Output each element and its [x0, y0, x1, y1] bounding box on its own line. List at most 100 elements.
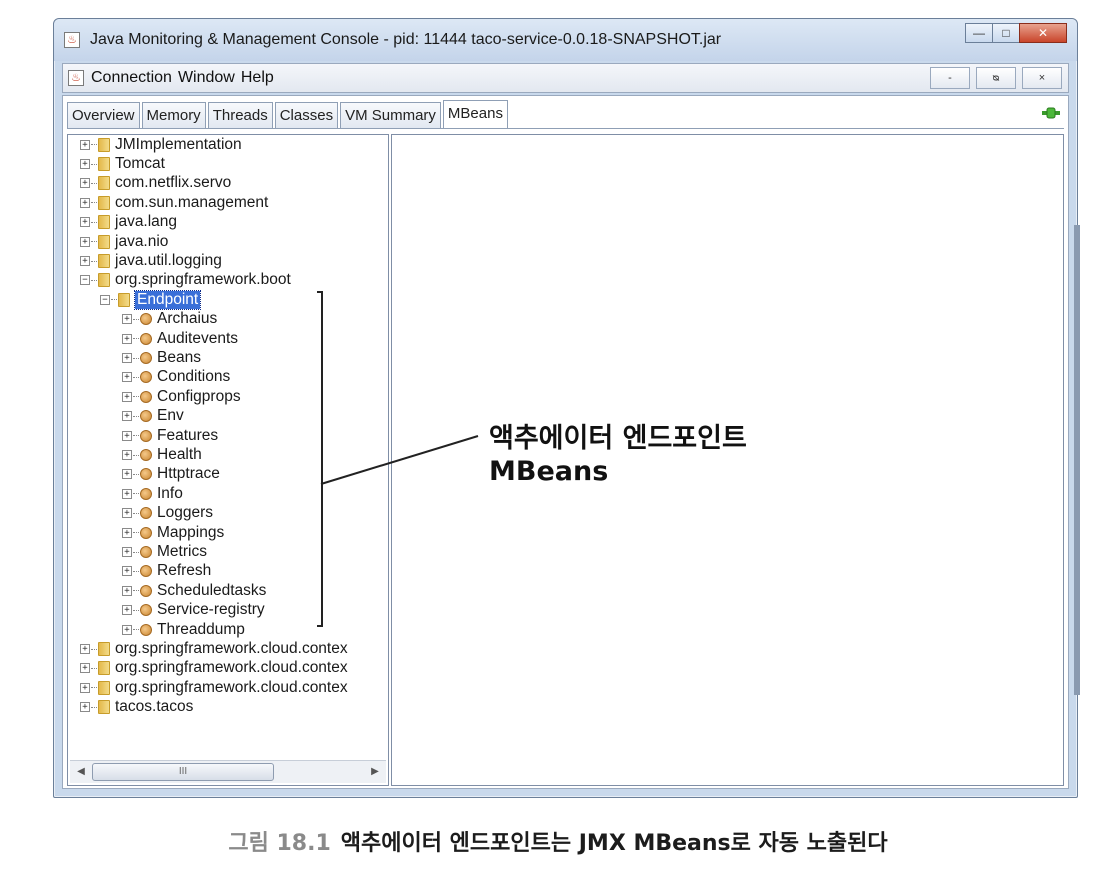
expand-icon[interactable]: +: [80, 256, 90, 267]
tree-node-label: Service-registry: [157, 601, 265, 619]
tab-threads[interactable]: Threads: [207, 102, 273, 128]
tree-node[interactable]: + org.springframework.cloud.contex: [80, 639, 348, 658]
expand-icon[interactable]: +: [80, 217, 90, 228]
collapse-icon[interactable]: −: [80, 275, 90, 286]
tree-node[interactable]: + java.util.logging: [80, 251, 222, 270]
expand-icon[interactable]: +: [80, 236, 90, 247]
expand-icon[interactable]: +: [122, 333, 132, 344]
tree-node-label: Mappings: [157, 523, 225, 541]
expand-icon[interactable]: +: [122, 391, 132, 402]
plug-icon[interactable]: [1040, 106, 1062, 120]
tree-node[interactable]: + org.springframework.cloud.contex: [80, 659, 348, 678]
tab-vm-summary[interactable]: VM Summary: [340, 102, 441, 128]
tree-node-httptrace[interactable]: + Httptrace: [122, 465, 220, 484]
tree-node[interactable]: + Tomcat: [80, 154, 165, 173]
inner-minimize-button[interactable]: -: [930, 67, 970, 89]
tree-node[interactable]: + JMImplementation: [80, 135, 242, 154]
maximize-button[interactable]: □: [992, 23, 1020, 43]
expand-icon[interactable]: +: [122, 411, 132, 422]
tree-node-configprops[interactable]: + Configprops: [122, 387, 241, 406]
scroll-left-icon[interactable]: ◀: [72, 763, 90, 781]
tree-connector: [133, 532, 139, 534]
close-button[interactable]: ✕: [1019, 23, 1067, 43]
tree-connector: [133, 570, 139, 572]
expand-icon[interactable]: +: [122, 469, 132, 480]
expand-icon[interactable]: +: [122, 566, 132, 577]
tree-node[interactable]: + com.netflix.servo: [80, 174, 231, 193]
tree-node-label: Beans: [157, 349, 201, 367]
tree-node-health[interactable]: + Health: [122, 445, 202, 464]
tree-node-info[interactable]: + Info: [122, 484, 183, 503]
horizontal-scrollbar[interactable]: ◀ III ▶: [70, 760, 386, 783]
tab-classes[interactable]: Classes: [274, 102, 339, 128]
expand-icon[interactable]: +: [80, 197, 90, 208]
tree-node-label: Info: [157, 484, 183, 502]
tree-node-label: Health: [157, 446, 202, 464]
tree-connector: [91, 706, 97, 708]
tree-node-service-registry[interactable]: + Service-registry: [122, 601, 265, 620]
inner-close-button[interactable]: ×: [1022, 67, 1062, 89]
minimize-button[interactable]: —: [965, 23, 993, 43]
expand-icon[interactable]: +: [122, 508, 132, 519]
tree-node-label: Metrics: [157, 543, 207, 561]
tree-node[interactable]: + tacos.tacos: [80, 698, 193, 717]
tree-node-label: Httptrace: [157, 465, 220, 483]
expand-icon[interactable]: +: [122, 450, 132, 461]
tab-mbeans[interactable]: MBeans: [442, 100, 508, 128]
expand-icon[interactable]: +: [80, 702, 90, 713]
tree-node-archaius[interactable]: + Archaius: [122, 310, 217, 329]
expand-icon[interactable]: +: [122, 527, 132, 538]
expand-icon[interactable]: +: [122, 585, 132, 596]
tree-node-conditions[interactable]: + Conditions: [122, 368, 230, 387]
tree-node[interactable]: + org.springframework.cloud.contex: [80, 678, 348, 697]
tree-node-label: Tomcat: [115, 155, 165, 173]
tree-node-loggers[interactable]: + Loggers: [122, 504, 213, 523]
tree-node[interactable]: + com.sun.management: [80, 193, 268, 212]
menu-item-window[interactable]: Window: [178, 69, 235, 87]
tree-node-features[interactable]: + Features: [122, 426, 218, 445]
menu-item-connection[interactable]: Connection: [91, 69, 172, 87]
expand-icon[interactable]: +: [80, 159, 90, 170]
expand-icon[interactable]: +: [122, 605, 132, 616]
tree-node-auditevents[interactable]: + Auditevents: [122, 329, 238, 348]
tree-node[interactable]: + java.nio: [80, 232, 168, 251]
collapse-icon[interactable]: −: [100, 294, 110, 305]
expand-icon[interactable]: +: [122, 624, 132, 635]
tree-node-endpoint[interactable]: − Endpoint: [100, 289, 202, 310]
tree-node-beans[interactable]: + Beans: [122, 348, 201, 367]
tree-node-refresh[interactable]: + Refresh: [122, 562, 211, 581]
bean-icon: [140, 565, 152, 578]
tree-node-threaddump[interactable]: + Threaddump: [122, 620, 245, 639]
tree-node-label: Scheduledtasks: [157, 581, 267, 599]
tree-node[interactable]: + java.lang: [80, 213, 177, 232]
tab-memory[interactable]: Memory: [141, 102, 206, 128]
jconsole-window: ♨ Java Monitoring & Management Console -…: [53, 18, 1080, 798]
expand-icon[interactable]: +: [80, 139, 90, 150]
expand-icon[interactable]: +: [122, 353, 132, 364]
tab-overview[interactable]: Overview: [67, 102, 140, 128]
tree-connector: [91, 221, 97, 223]
title-bar[interactable]: ♨ Java Monitoring & Management Console -…: [54, 19, 1077, 61]
expand-icon[interactable]: +: [80, 663, 90, 674]
tree-node-scheduledtasks[interactable]: + Scheduledtasks: [122, 581, 266, 600]
expand-icon[interactable]: +: [122, 430, 132, 441]
expand-icon[interactable]: +: [122, 314, 132, 325]
inner-restore-button[interactable]: ᴓ: [976, 67, 1016, 89]
scroll-right-icon[interactable]: ▶: [366, 763, 384, 781]
folder-icon: [98, 642, 110, 657]
tab-bar: Overview Memory Threads Classes VM Summary MB…: [67, 100, 510, 128]
tree-node-mappings[interactable]: + Mappings: [122, 523, 224, 542]
expand-icon[interactable]: +: [80, 178, 90, 189]
expand-icon[interactable]: +: [122, 372, 132, 383]
expand-icon[interactable]: +: [122, 488, 132, 499]
menu-item-help[interactable]: Help: [241, 69, 274, 87]
expand-icon[interactable]: +: [122, 547, 132, 558]
scroll-thumb[interactable]: III: [92, 763, 274, 781]
expand-icon[interactable]: +: [80, 644, 90, 655]
tree-node-metrics[interactable]: + Metrics: [122, 542, 207, 561]
java-cup-icon[interactable]: ♨: [68, 70, 84, 86]
tree-node[interactable]: − org.springframework.boot: [80, 271, 291, 290]
tree-node-env[interactable]: + Env: [122, 407, 184, 426]
mbean-tree-panel: + JMImplementation + Tomcat + com.netflix.ser…: [67, 134, 389, 786]
expand-icon[interactable]: +: [80, 682, 90, 693]
